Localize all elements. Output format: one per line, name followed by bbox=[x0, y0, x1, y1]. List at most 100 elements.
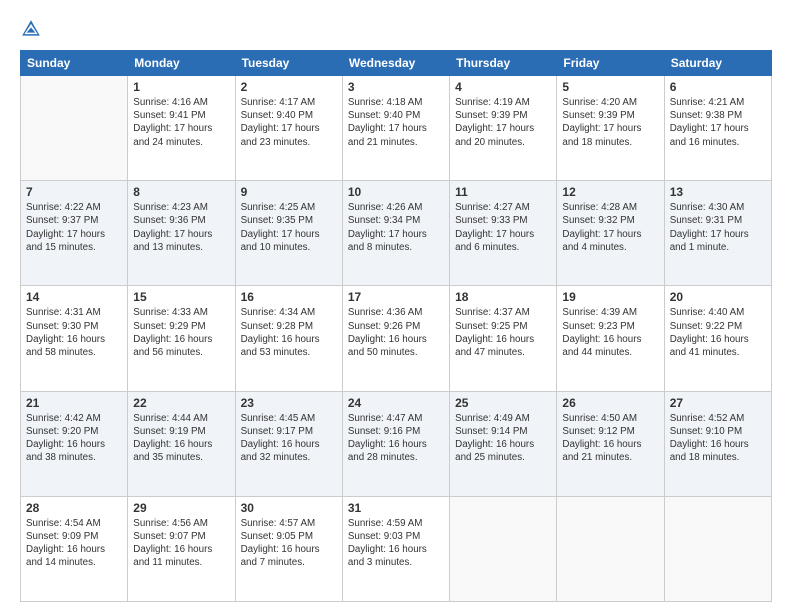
day-number: 6 bbox=[670, 80, 766, 94]
calendar-day-cell bbox=[664, 496, 771, 601]
calendar-week-row: 28 Sunrise: 4:54 AMSunset: 9:09 PMDaylig… bbox=[21, 496, 772, 601]
day-of-week-header: Monday bbox=[128, 51, 235, 76]
calendar-day-cell: 14 Sunrise: 4:31 AMSunset: 9:30 PMDaylig… bbox=[21, 286, 128, 391]
day-info: Sunrise: 4:37 AMSunset: 9:25 PMDaylight:… bbox=[455, 306, 551, 359]
day-number: 16 bbox=[241, 290, 337, 304]
calendar-day-cell: 13 Sunrise: 4:30 AMSunset: 9:31 PMDaylig… bbox=[664, 181, 771, 286]
day-info: Sunrise: 4:30 AMSunset: 9:31 PMDaylight:… bbox=[670, 201, 766, 254]
day-info: Sunrise: 4:26 AMSunset: 9:34 PMDaylight:… bbox=[348, 201, 444, 254]
day-number: 5 bbox=[562, 80, 658, 94]
day-info: Sunrise: 4:16 AMSunset: 9:41 PMDaylight:… bbox=[133, 96, 229, 149]
day-number: 18 bbox=[455, 290, 551, 304]
day-number: 28 bbox=[26, 501, 122, 515]
calendar-day-cell: 19 Sunrise: 4:39 AMSunset: 9:23 PMDaylig… bbox=[557, 286, 664, 391]
day-number: 24 bbox=[348, 396, 444, 410]
day-info: Sunrise: 4:49 AMSunset: 9:14 PMDaylight:… bbox=[455, 412, 551, 465]
day-info: Sunrise: 4:22 AMSunset: 9:37 PMDaylight:… bbox=[26, 201, 122, 254]
calendar-day-cell: 30 Sunrise: 4:57 AMSunset: 9:05 PMDaylig… bbox=[235, 496, 342, 601]
day-number: 12 bbox=[562, 185, 658, 199]
calendar-day-cell: 5 Sunrise: 4:20 AMSunset: 9:39 PMDayligh… bbox=[557, 76, 664, 181]
logo bbox=[20, 18, 46, 40]
calendar-day-cell: 1 Sunrise: 4:16 AMSunset: 9:41 PMDayligh… bbox=[128, 76, 235, 181]
day-number: 8 bbox=[133, 185, 229, 199]
calendar-week-row: 1 Sunrise: 4:16 AMSunset: 9:41 PMDayligh… bbox=[21, 76, 772, 181]
day-info: Sunrise: 4:42 AMSunset: 9:20 PMDaylight:… bbox=[26, 412, 122, 465]
calendar-day-cell: 11 Sunrise: 4:27 AMSunset: 9:33 PMDaylig… bbox=[450, 181, 557, 286]
day-number: 13 bbox=[670, 185, 766, 199]
day-number: 4 bbox=[455, 80, 551, 94]
day-number: 31 bbox=[348, 501, 444, 515]
day-info: Sunrise: 4:34 AMSunset: 9:28 PMDaylight:… bbox=[241, 306, 337, 359]
day-info: Sunrise: 4:33 AMSunset: 9:29 PMDaylight:… bbox=[133, 306, 229, 359]
day-info: Sunrise: 4:18 AMSunset: 9:40 PMDaylight:… bbox=[348, 96, 444, 149]
calendar-day-cell: 29 Sunrise: 4:56 AMSunset: 9:07 PMDaylig… bbox=[128, 496, 235, 601]
day-number: 2 bbox=[241, 80, 337, 94]
day-of-week-header: Thursday bbox=[450, 51, 557, 76]
day-info: Sunrise: 4:47 AMSunset: 9:16 PMDaylight:… bbox=[348, 412, 444, 465]
calendar-day-cell: 27 Sunrise: 4:52 AMSunset: 9:10 PMDaylig… bbox=[664, 391, 771, 496]
calendar-day-cell: 24 Sunrise: 4:47 AMSunset: 9:16 PMDaylig… bbox=[342, 391, 449, 496]
page: SundayMondayTuesdayWednesdayThursdayFrid… bbox=[0, 0, 792, 612]
day-number: 26 bbox=[562, 396, 658, 410]
day-info: Sunrise: 4:19 AMSunset: 9:39 PMDaylight:… bbox=[455, 96, 551, 149]
day-number: 14 bbox=[26, 290, 122, 304]
calendar-day-cell: 28 Sunrise: 4:54 AMSunset: 9:09 PMDaylig… bbox=[21, 496, 128, 601]
day-number: 3 bbox=[348, 80, 444, 94]
calendar-day-cell: 2 Sunrise: 4:17 AMSunset: 9:40 PMDayligh… bbox=[235, 76, 342, 181]
day-number: 30 bbox=[241, 501, 337, 515]
day-number: 27 bbox=[670, 396, 766, 410]
day-number: 7 bbox=[26, 185, 122, 199]
calendar-day-cell: 20 Sunrise: 4:40 AMSunset: 9:22 PMDaylig… bbox=[664, 286, 771, 391]
calendar-day-cell: 16 Sunrise: 4:34 AMSunset: 9:28 PMDaylig… bbox=[235, 286, 342, 391]
calendar-day-cell: 8 Sunrise: 4:23 AMSunset: 9:36 PMDayligh… bbox=[128, 181, 235, 286]
day-info: Sunrise: 4:40 AMSunset: 9:22 PMDaylight:… bbox=[670, 306, 766, 359]
day-of-week-header: Wednesday bbox=[342, 51, 449, 76]
day-number: 10 bbox=[348, 185, 444, 199]
day-number: 22 bbox=[133, 396, 229, 410]
calendar-day-cell: 12 Sunrise: 4:28 AMSunset: 9:32 PMDaylig… bbox=[557, 181, 664, 286]
day-info: Sunrise: 4:17 AMSunset: 9:40 PMDaylight:… bbox=[241, 96, 337, 149]
calendar-day-cell: 22 Sunrise: 4:44 AMSunset: 9:19 PMDaylig… bbox=[128, 391, 235, 496]
day-info: Sunrise: 4:20 AMSunset: 9:39 PMDaylight:… bbox=[562, 96, 658, 149]
calendar-day-cell: 26 Sunrise: 4:50 AMSunset: 9:12 PMDaylig… bbox=[557, 391, 664, 496]
day-number: 15 bbox=[133, 290, 229, 304]
calendar-day-cell: 4 Sunrise: 4:19 AMSunset: 9:39 PMDayligh… bbox=[450, 76, 557, 181]
day-number: 21 bbox=[26, 396, 122, 410]
calendar-day-cell: 18 Sunrise: 4:37 AMSunset: 9:25 PMDaylig… bbox=[450, 286, 557, 391]
day-info: Sunrise: 4:25 AMSunset: 9:35 PMDaylight:… bbox=[241, 201, 337, 254]
day-number: 20 bbox=[670, 290, 766, 304]
day-info: Sunrise: 4:45 AMSunset: 9:17 PMDaylight:… bbox=[241, 412, 337, 465]
calendar-day-cell bbox=[21, 76, 128, 181]
day-number: 19 bbox=[562, 290, 658, 304]
day-info: Sunrise: 4:39 AMSunset: 9:23 PMDaylight:… bbox=[562, 306, 658, 359]
day-info: Sunrise: 4:57 AMSunset: 9:05 PMDaylight:… bbox=[241, 517, 337, 570]
day-of-week-header: Saturday bbox=[664, 51, 771, 76]
day-of-week-header: Friday bbox=[557, 51, 664, 76]
calendar-week-row: 14 Sunrise: 4:31 AMSunset: 9:30 PMDaylig… bbox=[21, 286, 772, 391]
calendar-day-cell: 23 Sunrise: 4:45 AMSunset: 9:17 PMDaylig… bbox=[235, 391, 342, 496]
day-number: 1 bbox=[133, 80, 229, 94]
day-number: 25 bbox=[455, 396, 551, 410]
day-info: Sunrise: 4:21 AMSunset: 9:38 PMDaylight:… bbox=[670, 96, 766, 149]
calendar-day-cell: 31 Sunrise: 4:59 AMSunset: 9:03 PMDaylig… bbox=[342, 496, 449, 601]
calendar-day-cell: 10 Sunrise: 4:26 AMSunset: 9:34 PMDaylig… bbox=[342, 181, 449, 286]
calendar-day-cell bbox=[450, 496, 557, 601]
calendar-day-cell: 3 Sunrise: 4:18 AMSunset: 9:40 PMDayligh… bbox=[342, 76, 449, 181]
calendar-table: SundayMondayTuesdayWednesdayThursdayFrid… bbox=[20, 50, 772, 602]
day-info: Sunrise: 4:44 AMSunset: 9:19 PMDaylight:… bbox=[133, 412, 229, 465]
day-number: 17 bbox=[348, 290, 444, 304]
calendar-day-cell: 21 Sunrise: 4:42 AMSunset: 9:20 PMDaylig… bbox=[21, 391, 128, 496]
calendar-day-cell: 25 Sunrise: 4:49 AMSunset: 9:14 PMDaylig… bbox=[450, 391, 557, 496]
day-info: Sunrise: 4:50 AMSunset: 9:12 PMDaylight:… bbox=[562, 412, 658, 465]
day-info: Sunrise: 4:52 AMSunset: 9:10 PMDaylight:… bbox=[670, 412, 766, 465]
day-info: Sunrise: 4:27 AMSunset: 9:33 PMDaylight:… bbox=[455, 201, 551, 254]
day-number: 9 bbox=[241, 185, 337, 199]
day-info: Sunrise: 4:54 AMSunset: 9:09 PMDaylight:… bbox=[26, 517, 122, 570]
calendar-day-cell: 15 Sunrise: 4:33 AMSunset: 9:29 PMDaylig… bbox=[128, 286, 235, 391]
day-info: Sunrise: 4:28 AMSunset: 9:32 PMDaylight:… bbox=[562, 201, 658, 254]
calendar-day-cell: 6 Sunrise: 4:21 AMSunset: 9:38 PMDayligh… bbox=[664, 76, 771, 181]
calendar-day-cell: 9 Sunrise: 4:25 AMSunset: 9:35 PMDayligh… bbox=[235, 181, 342, 286]
day-of-week-header: Sunday bbox=[21, 51, 128, 76]
day-info: Sunrise: 4:23 AMSunset: 9:36 PMDaylight:… bbox=[133, 201, 229, 254]
calendar-day-cell: 17 Sunrise: 4:36 AMSunset: 9:26 PMDaylig… bbox=[342, 286, 449, 391]
